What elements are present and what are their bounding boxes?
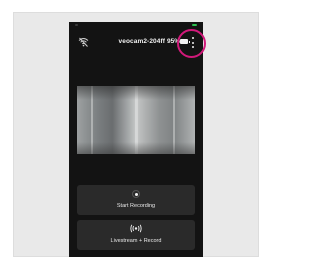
camera-preview bbox=[77, 86, 195, 154]
status-indicator bbox=[75, 24, 78, 26]
wifi-off-icon[interactable] bbox=[78, 37, 89, 47]
phone-screen: veocam2-204ff 95% Start Recording Livest… bbox=[69, 22, 203, 257]
start-recording-label: Start Recording bbox=[116, 203, 156, 209]
record-icon bbox=[132, 190, 140, 198]
highlight-annotation-circle bbox=[177, 29, 206, 58]
device-name: veocam2-204ff bbox=[118, 38, 165, 45]
broadcast-icon bbox=[130, 224, 142, 233]
start-recording-button[interactable]: Start Recording bbox=[77, 185, 195, 215]
livestream-record-button[interactable]: Livestream + Record bbox=[77, 220, 195, 250]
screenshot-canvas: veocam2-204ff 95% Start Recording Livest… bbox=[0, 0, 268, 269]
status-bar bbox=[69, 22, 203, 28]
livestream-record-label: Livestream + Record bbox=[110, 238, 162, 244]
status-battery-indicator bbox=[192, 24, 197, 26]
